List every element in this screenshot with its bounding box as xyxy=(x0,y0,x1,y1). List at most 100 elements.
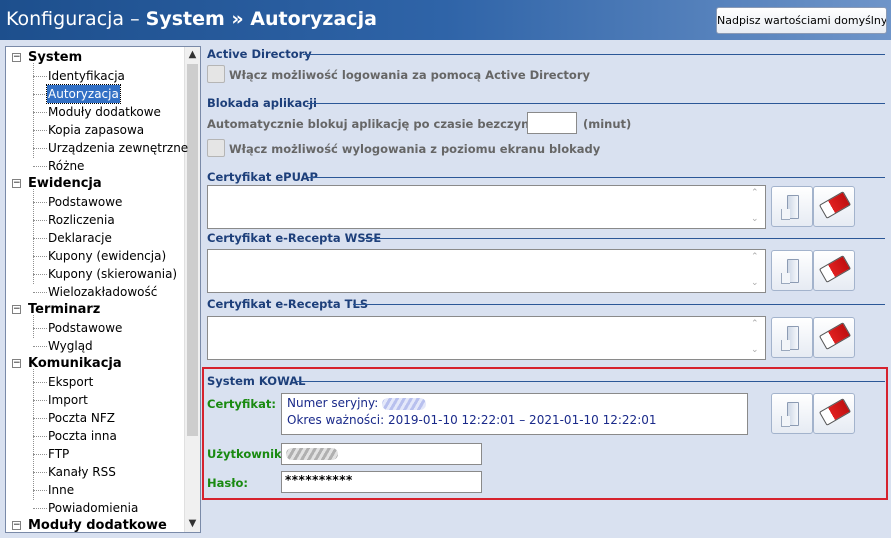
password-value: ********** xyxy=(285,473,353,487)
tree-category-label: System xyxy=(28,50,83,65)
epuap-load-certificate-button[interactable] xyxy=(771,186,813,227)
memo-scroll-down-icon[interactable]: ⌄ xyxy=(751,214,759,224)
lock-screen-logout-checkbox-label: Włącz możliwość wylogowania z poziomu ek… xyxy=(229,142,601,156)
tree-item-label: Kupony (skierowania) xyxy=(48,267,178,281)
section-title-kowal: System KOWAL xyxy=(207,374,306,388)
serial-number-row: Numer seryjny: xyxy=(287,396,427,410)
memo-scroll-up-icon[interactable]: ⌃ xyxy=(751,188,759,198)
tree-scrollbar[interactable]: ▲ ▼ xyxy=(184,47,200,532)
tree-category-label: Moduły dodatkowe xyxy=(28,518,167,533)
document-icon xyxy=(781,259,799,284)
tree-connector xyxy=(33,436,47,437)
tree-item-label: Eksport xyxy=(48,375,94,389)
active-directory-checkbox-label: Włącz możliwość logowania za pomocą Acti… xyxy=(229,68,590,82)
tree-connector xyxy=(33,382,47,383)
tree-item-label: Urządzenia zewnętrzne xyxy=(48,141,189,155)
tree-item-label: Poczta inna xyxy=(48,429,117,443)
restore-defaults-button[interactable]: Nadpisz wartościami domyślnymi xyxy=(716,7,887,34)
memo-scroll-up-icon[interactable]: ⌃ xyxy=(751,319,759,329)
tree-connector xyxy=(33,508,47,509)
tree-connector xyxy=(33,256,47,257)
document-icon xyxy=(781,402,799,427)
scroll-thumb[interactable] xyxy=(187,64,198,436)
tree-item-label: Deklaracje xyxy=(48,231,112,245)
section-title-active-directory: Active Directory xyxy=(207,47,312,61)
tree-category-label: Terminarz xyxy=(28,302,101,317)
tree-item-label: Kopia zapasowa xyxy=(48,123,145,137)
section-divider xyxy=(303,54,885,55)
tree-collapse-icon[interactable]: − xyxy=(12,53,21,62)
auto-lock-label: Automatycznie blokuj aplikację po czasie… xyxy=(207,117,568,131)
username-redacted xyxy=(286,448,338,460)
password-label: Hasło: xyxy=(207,476,248,490)
tree-connector xyxy=(33,112,47,113)
memo-scrollbar[interactable]: ⌃ ⌄ xyxy=(748,250,765,292)
kowal-clear-certificate-button[interactable] xyxy=(813,393,855,434)
wsse-load-certificate-button[interactable] xyxy=(771,250,813,291)
page-title: Konfiguracja – System » Autoryzacja xyxy=(6,8,377,30)
tree-connector xyxy=(33,63,34,158)
wsse-clear-certificate-button[interactable] xyxy=(813,250,855,291)
tree-category-label: Ewidencja xyxy=(28,176,102,191)
tree-connector xyxy=(33,148,47,149)
section-title-epuap: Certyfikat ePUAP xyxy=(207,170,318,184)
tree-connector xyxy=(33,76,47,77)
auto-lock-minutes-input[interactable] xyxy=(527,112,577,134)
epuap-clear-certificate-button[interactable] xyxy=(813,186,855,227)
eraser-icon xyxy=(818,322,852,350)
tls-certificate-field[interactable]: ⌃ ⌄ xyxy=(207,316,766,360)
epuap-certificate-field[interactable]: ⌃ ⌄ xyxy=(207,185,766,229)
tree-item-label: FTP xyxy=(48,447,70,461)
tree-item-label: Podstawowe xyxy=(48,321,123,335)
section-divider xyxy=(308,177,885,178)
tree-connector xyxy=(33,369,34,500)
tree-collapse-icon[interactable]: − xyxy=(12,305,21,314)
section-divider xyxy=(365,238,885,239)
tree-item-label: Import xyxy=(48,393,88,407)
user-input[interactable] xyxy=(281,443,482,465)
tree-connector xyxy=(33,454,47,455)
tree-connector xyxy=(33,130,47,131)
tree-connector xyxy=(33,490,47,491)
memo-scroll-down-icon[interactable]: ⌄ xyxy=(751,345,759,355)
tree-connector xyxy=(33,315,34,338)
document-icon xyxy=(781,195,799,220)
kowal-load-certificate-button[interactable] xyxy=(771,393,813,434)
validity-value: 2019-01-10 12:22:01 – 2021-01-10 12:22:0… xyxy=(387,413,657,427)
memo-scrollbar[interactable]: ⌃ ⌄ xyxy=(748,317,765,359)
tree-collapse-icon[interactable]: − xyxy=(12,179,21,188)
tree-collapse-icon[interactable]: − xyxy=(12,521,21,530)
tree-item-label: Inne xyxy=(48,483,75,497)
scroll-down-arrow-icon[interactable]: ▼ xyxy=(185,516,200,532)
memo-scroll-up-icon[interactable]: ⌃ xyxy=(751,252,759,262)
tree-collapse-icon[interactable]: − xyxy=(12,359,21,368)
scroll-up-arrow-icon[interactable]: ▲ xyxy=(185,47,200,63)
memo-scrollbar[interactable]: ⌃ ⌄ xyxy=(748,186,765,228)
password-input[interactable]: ********** xyxy=(281,471,482,493)
tree-item-label: Kanały RSS xyxy=(48,465,116,479)
tree-connector xyxy=(33,400,47,401)
section-divider xyxy=(307,103,885,104)
validity-label: Okres ważności: xyxy=(287,413,385,427)
eraser-icon xyxy=(818,191,852,219)
window-header: Konfiguracja – System » Autoryzacja Nadp… xyxy=(0,0,891,40)
memo-scroll-down-icon[interactable]: ⌄ xyxy=(751,278,759,288)
config-tree: ▲ ▼ − System Identyfikacja Autoryzacja Moduł… xyxy=(5,46,201,533)
eraser-icon xyxy=(818,255,852,283)
tree-item-label: Moduły dodatkowe xyxy=(48,105,161,119)
tree-category-label: Komunikacja xyxy=(28,356,122,371)
lock-screen-logout-checkbox[interactable] xyxy=(207,139,225,157)
wsse-certificate-field[interactable]: ⌃ ⌄ xyxy=(207,249,766,293)
tree-item-label: Identyfikacja xyxy=(48,69,125,83)
user-label: Użytkownik: xyxy=(207,447,287,461)
tree-item-label: Różne xyxy=(48,159,85,173)
tree-connector xyxy=(33,238,47,239)
section-title-tls: Certyfikat e-Recepta TLS xyxy=(207,297,369,311)
tls-clear-certificate-button[interactable] xyxy=(813,317,855,358)
tree-item-label: Podstawowe xyxy=(48,195,123,209)
tls-load-certificate-button[interactable] xyxy=(771,317,813,358)
tree-connector xyxy=(33,202,47,203)
tree-connector xyxy=(33,292,47,293)
active-directory-checkbox[interactable] xyxy=(207,65,225,83)
eraser-icon xyxy=(818,398,852,426)
